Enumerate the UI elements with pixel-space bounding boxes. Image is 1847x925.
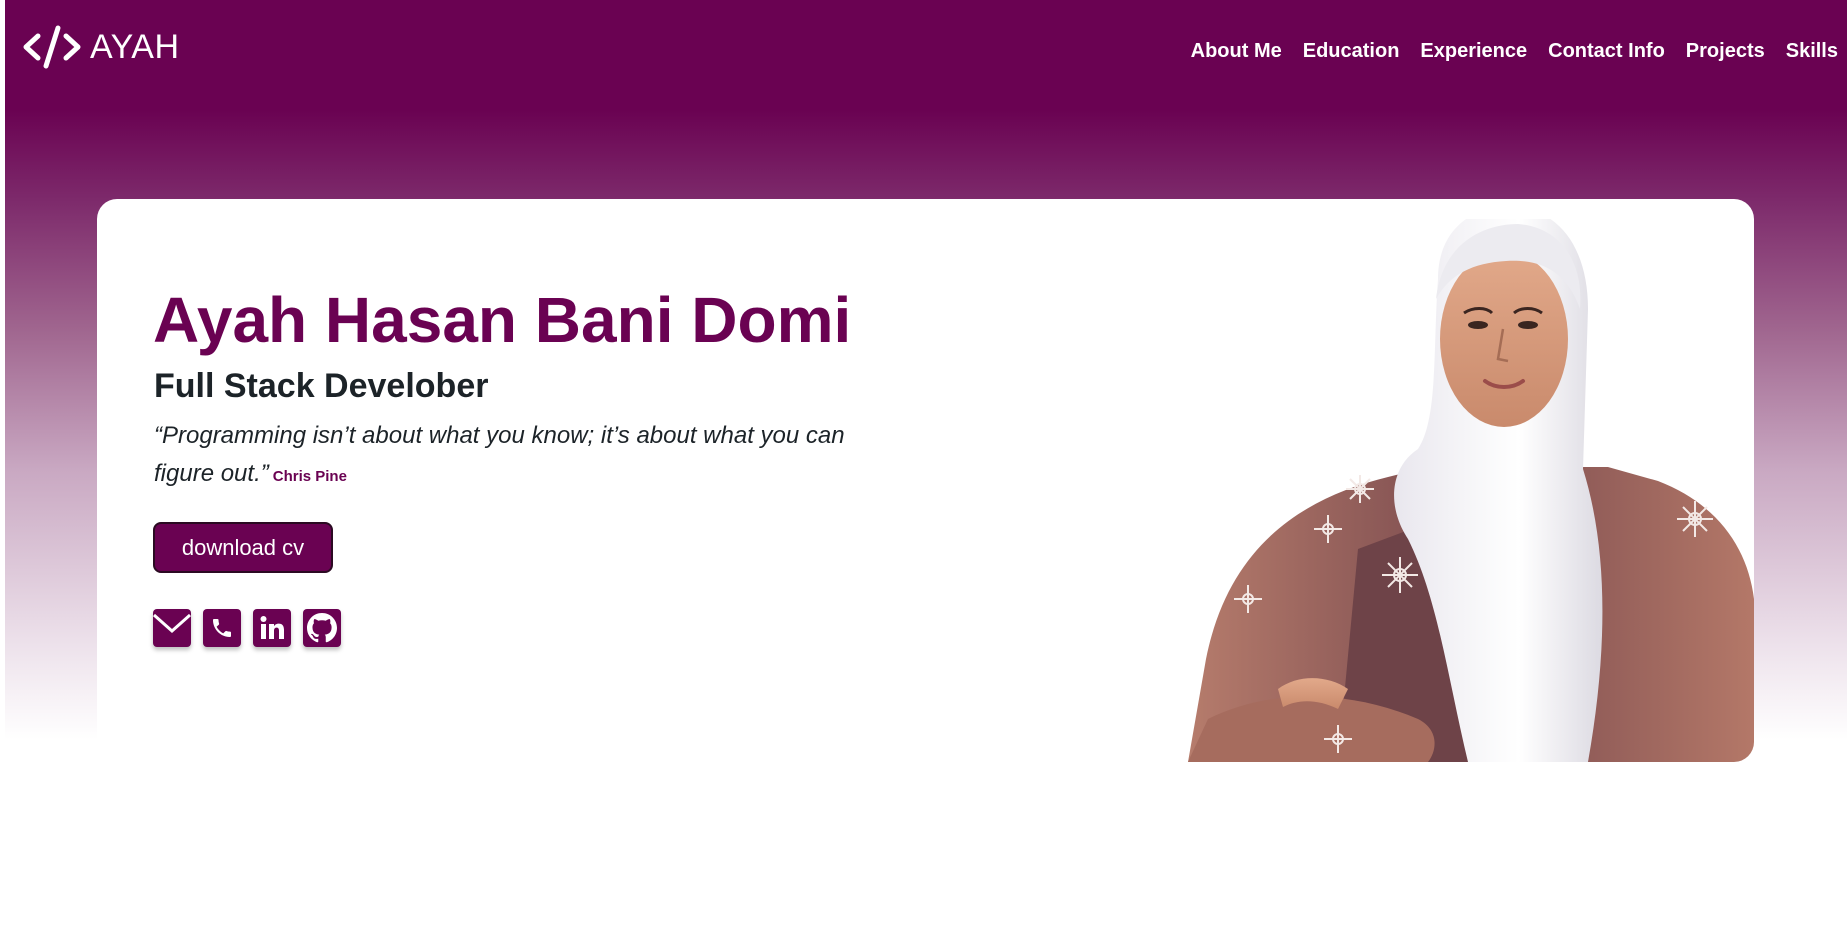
- main-nav: About Me Education Experience Contact In…: [1191, 40, 1838, 63]
- nav-projects[interactable]: Projects: [1686, 40, 1765, 63]
- hero-quote: “Programming isn’t about what you know; …: [154, 417, 874, 496]
- hero-name: Ayah Hasan Bani Domi: [153, 284, 852, 356]
- nav-education[interactable]: Education: [1303, 40, 1400, 63]
- quote-text: “Programming isn’t about what you know; …: [154, 422, 845, 487]
- profile-photo: [1188, 219, 1754, 762]
- hero-role: Full Stack Develober: [154, 367, 489, 405]
- nav-experience[interactable]: Experience: [1420, 40, 1527, 63]
- mail-icon: [153, 613, 191, 643]
- nav-skills[interactable]: Skills: [1786, 40, 1838, 63]
- phone-icon: [213, 619, 231, 637]
- quote-author: Chris Pine: [272, 468, 347, 485]
- page: AYAH About Me Education Experience Conta…: [0, 0, 1847, 925]
- linkedin-icon: [260, 616, 284, 639]
- code-icon: [23, 25, 81, 69]
- github-icon: [307, 613, 337, 643]
- phone-link[interactable]: [203, 609, 241, 647]
- linkedin-link[interactable]: [253, 609, 291, 647]
- social-links: [153, 609, 341, 647]
- logo[interactable]: AYAH: [20, 22, 180, 72]
- nav-contact-info[interactable]: Contact Info: [1548, 40, 1665, 63]
- email-link[interactable]: [153, 609, 191, 647]
- hero-card: Ayah Hasan Bani Domi Full Stack Develobe…: [97, 199, 1754, 762]
- download-cv-button[interactable]: download cv: [153, 522, 333, 573]
- nav-about-me[interactable]: About Me: [1191, 40, 1282, 63]
- github-link[interactable]: [303, 609, 341, 647]
- page-edge: [0, 0, 5, 925]
- logo-text: AYAH: [90, 27, 180, 66]
